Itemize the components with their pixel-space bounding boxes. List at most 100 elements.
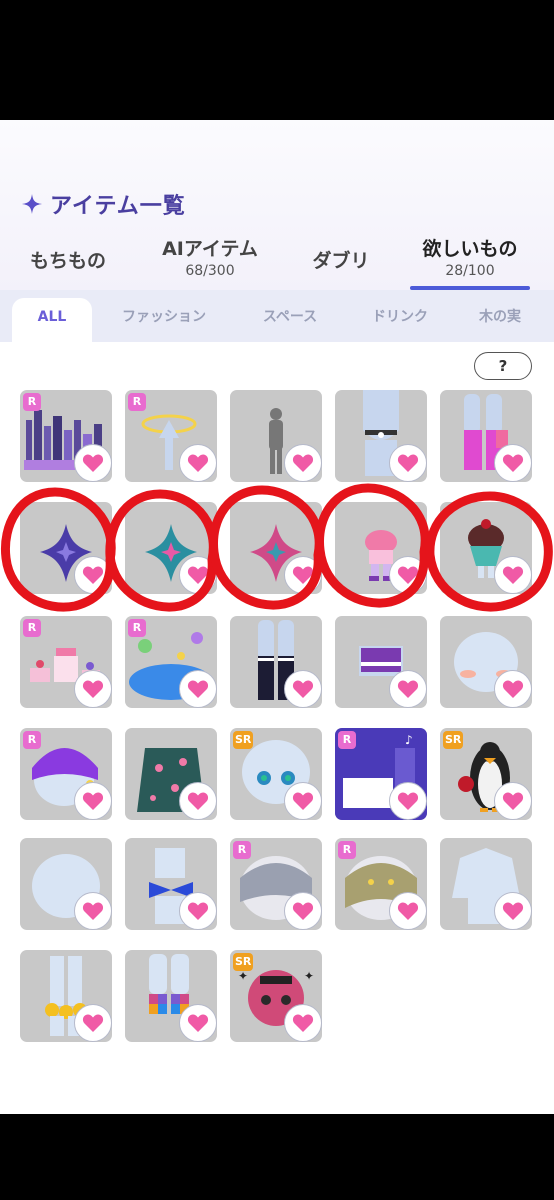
tab-duplicates[interactable]: ダブリ (296, 246, 386, 273)
wishlist-heart-button[interactable] (74, 782, 112, 820)
wishlist-heart-button[interactable] (494, 892, 532, 930)
item-card[interactable]: R (125, 390, 217, 482)
wishlist-heart-button[interactable] (74, 1004, 112, 1042)
item-card[interactable]: ♪ R (335, 728, 427, 820)
heart-icon (502, 680, 524, 698)
help-button[interactable]: ? (474, 352, 532, 380)
wishlist-heart-button[interactable] (179, 892, 217, 930)
heart-icon (292, 792, 314, 810)
item-card[interactable] (335, 616, 427, 708)
item-card[interactable]: ✦ ✦ SR (230, 950, 322, 1042)
filter-space[interactable]: スペース (240, 298, 340, 336)
heart-icon (187, 792, 209, 810)
wishlist-heart-button[interactable] (179, 556, 217, 594)
wishlist-heart-button[interactable] (74, 892, 112, 930)
item-card[interactable] (440, 838, 532, 930)
filter-drink[interactable]: ドリンク (350, 298, 450, 336)
wishlist-heart-button[interactable] (179, 670, 217, 708)
heart-icon (82, 1014, 104, 1032)
rarity-badge: SR (233, 731, 254, 749)
heart-icon (397, 680, 419, 698)
wishlist-heart-button[interactable] (494, 782, 532, 820)
item-card[interactable] (125, 950, 217, 1042)
item-card[interactable]: SR (440, 728, 532, 820)
tab-count: 68/300 (185, 263, 235, 279)
wishlist-heart-button[interactable] (494, 670, 532, 708)
item-card[interactable] (125, 838, 217, 930)
wishlist-heart-button[interactable] (494, 556, 532, 594)
filter-nuts[interactable]: 木の実 (460, 298, 540, 336)
rarity-badge: R (23, 731, 41, 749)
wishlist-heart-button[interactable] (74, 556, 112, 594)
item-card[interactable] (440, 390, 532, 482)
item-card[interactable] (335, 390, 427, 482)
wishlist-heart-button[interactable] (74, 670, 112, 708)
item-card[interactable] (125, 502, 217, 594)
rarity-badge: R (338, 841, 356, 859)
tab-label: もちもの (29, 250, 106, 272)
category-filter: ALL ファッション スペース ドリンク 木の実 (0, 290, 554, 342)
wishlist-heart-button[interactable] (284, 670, 322, 708)
rarity-badge: R (338, 731, 356, 749)
wishlist-heart-button[interactable] (494, 444, 532, 482)
item-card[interactable] (335, 502, 427, 594)
item-card[interactable] (230, 616, 322, 708)
wishlist-heart-button[interactable] (179, 444, 217, 482)
item-card[interactable]: R (230, 838, 322, 930)
wishlist-heart-button[interactable] (389, 892, 427, 930)
heart-icon (292, 902, 314, 920)
rarity-badge: R (23, 393, 41, 411)
wishlist-heart-button[interactable] (284, 782, 322, 820)
item-card[interactable]: SR (230, 728, 322, 820)
svg-text:♪: ♪ (405, 733, 413, 747)
item-card[interactable] (125, 728, 217, 820)
tab-label: ダブリ (312, 250, 370, 272)
tab-count: 28/100 (445, 263, 495, 279)
wishlist-heart-button[interactable] (284, 444, 322, 482)
wishlist-heart-button[interactable] (389, 556, 427, 594)
filter-fashion[interactable]: ファッション (104, 298, 224, 336)
item-card[interactable] (20, 502, 112, 594)
item-card[interactable]: R (125, 616, 217, 708)
heart-icon (397, 902, 419, 920)
wishlist-heart-button[interactable] (179, 1004, 217, 1042)
item-card[interactable]: R (20, 728, 112, 820)
wishlist-heart-button[interactable] (284, 892, 322, 930)
item-card[interactable]: R (335, 838, 427, 930)
wishlist-heart-button[interactable] (389, 782, 427, 820)
item-card[interactable] (20, 950, 112, 1042)
item-card[interactable] (440, 616, 532, 708)
wishlist-heart-button[interactable] (389, 444, 427, 482)
wishlist-heart-button[interactable] (284, 1004, 322, 1042)
item-card[interactable] (230, 502, 322, 594)
title-row: アイテム一覧 (22, 188, 186, 220)
tab-wishlist[interactable]: 欲しいもの 28/100 (408, 234, 532, 279)
tab-mochimono[interactable]: もちもの (18, 246, 118, 273)
wishlist-heart-button[interactable] (74, 444, 112, 482)
heart-icon (82, 902, 104, 920)
rarity-badge: R (233, 841, 251, 859)
heart-icon (292, 680, 314, 698)
wishlist-heart-button[interactable] (389, 670, 427, 708)
heart-icon (397, 454, 419, 472)
sparkle-icon (22, 194, 42, 214)
item-card[interactable]: R (20, 616, 112, 708)
heart-icon (502, 454, 524, 472)
wishlist-heart-button[interactable] (179, 782, 217, 820)
item-card[interactable] (440, 502, 532, 594)
heart-icon (502, 566, 524, 584)
heart-icon (502, 902, 524, 920)
item-card[interactable] (230, 390, 322, 482)
item-card[interactable] (20, 838, 112, 930)
screen: アイテム一覧 もちもの AIアイテム 68/300 ダブリ 欲しいもの 28/1… (0, 120, 554, 1114)
rarity-badge: SR (233, 953, 254, 971)
header: アイテム一覧 もちもの AIアイテム 68/300 ダブリ 欲しいもの 28/1… (0, 120, 554, 290)
heart-icon (187, 680, 209, 698)
wishlist-heart-button[interactable] (284, 556, 322, 594)
item-card[interactable]: R (20, 390, 112, 482)
heart-icon (187, 566, 209, 584)
tab-ai-items[interactable]: AIアイテム 68/300 (150, 234, 270, 279)
heart-icon (82, 792, 104, 810)
svg-text:✦: ✦ (238, 969, 248, 983)
filter-all[interactable]: ALL (12, 298, 92, 342)
